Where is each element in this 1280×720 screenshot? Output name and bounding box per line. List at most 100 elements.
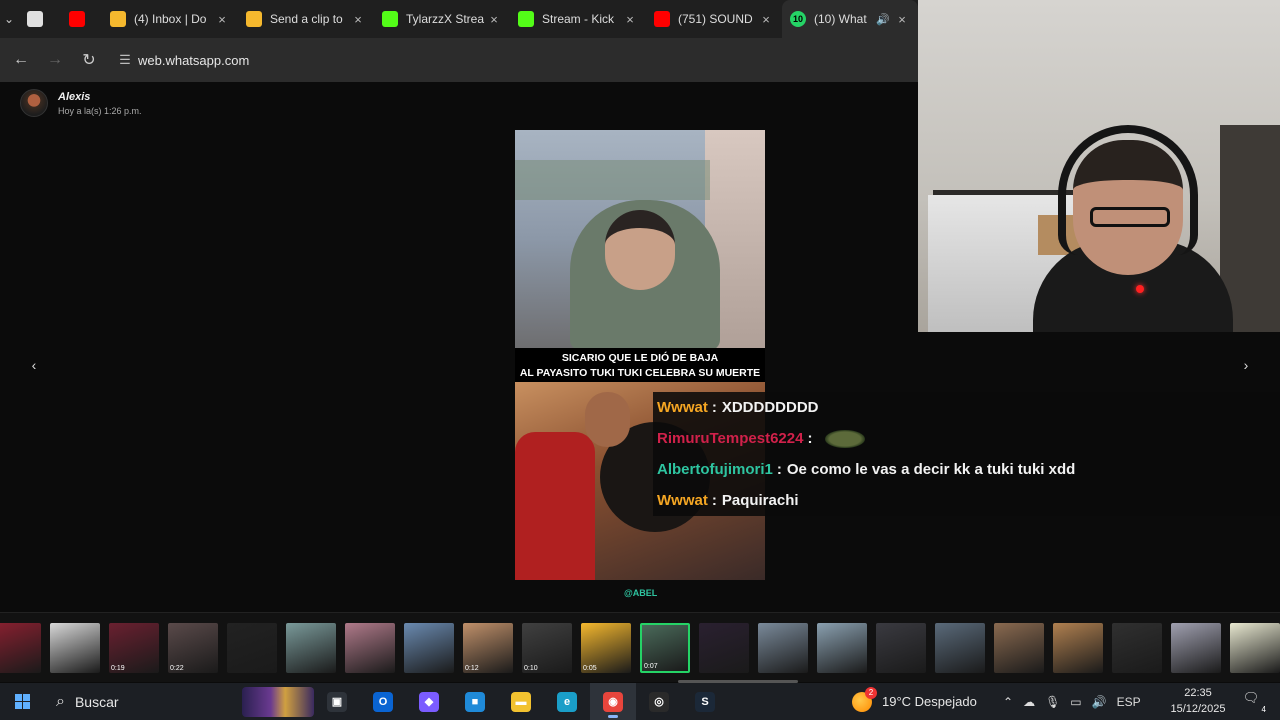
taskbar-app-button[interactable]: ■ [452,683,498,720]
streamer-tool-icon [246,11,262,27]
volume-icon[interactable]: 🔊 [1092,695,1107,709]
media-thumbnail[interactable] [286,623,336,673]
media-thumbnail[interactable] [1053,623,1103,673]
media-thumbnail[interactable] [227,623,277,673]
tab-title: (751) SOUND [678,12,753,26]
media-thumbnail[interactable] [345,623,395,673]
site-settings-icon[interactable]: ☰ [112,52,138,68]
taskbar-app-button[interactable]: ▬ [498,683,544,720]
media-thumbnail[interactable]: 0:19 [109,623,159,673]
thumbnail-duration: 0:22 [170,665,184,672]
network-icon[interactable]: ▭ [1070,695,1081,709]
language-indicator[interactable]: ESP [1117,695,1141,709]
headset-icon [1058,125,1198,255]
taskbar-clock[interactable]: 22:35 15/12/2025 [1166,685,1230,717]
tab-audio-icon[interactable]: 🔊 [876,13,890,26]
chevron-left-icon: ‹ [31,357,37,373]
thumbnail-duration: 0:19 [111,665,125,672]
tab-title: (10) What [814,12,867,26]
cloud-icon[interactable]: ☁ [1023,695,1035,709]
taskbar-app-button[interactable]: ▣ [314,683,360,720]
previous-media-button[interactable]: ‹ [22,357,46,377]
chat-separator: : [807,430,813,447]
media-thumbnail[interactable]: 0:22 [168,623,218,673]
chrome-icon: ◉ [603,691,623,712]
tab-search-button[interactable]: ⌄ [0,0,18,38]
sender-name: Alexis [58,90,91,103]
media-thumbnail-strip: 0:19 0:22 0:12 0:10 0:05 0:07 [0,612,1280,682]
browser-tab[interactable] [18,0,60,38]
media-thumbnail[interactable] [994,623,1044,673]
taskbar-app-button[interactable]: e [544,683,590,720]
media-thumbnail[interactable] [1171,623,1221,673]
taskbar-app-button[interactable]: O [360,683,406,720]
media-thumbnail[interactable]: 0:10 [522,623,572,673]
close-tab-icon[interactable]: × [758,12,774,27]
start-button[interactable] [0,683,44,720]
media-thumbnail[interactable] [699,623,749,673]
avatar[interactable] [20,89,48,117]
video-watermark: @ABEL [624,588,658,598]
browser-tab[interactable]: Send a clip to × [238,0,374,38]
streamer-tool-icon [110,11,126,27]
media-thumbnail[interactable] [1112,623,1162,673]
chat-message: Wwwat: XDDDDDDDD [653,392,1280,423]
chevron-up-icon[interactable]: ⌃ [1003,695,1013,709]
notification-center-button[interactable]: 🗨 4 [1240,690,1266,714]
chat-text: XDDDDDDDD [721,399,819,416]
obs-icon: ◎ [649,691,669,712]
close-tab-icon[interactable]: × [350,12,366,27]
windows-logo-icon [14,694,30,709]
next-media-button[interactable]: › [1234,357,1258,377]
browser-tab[interactable] [60,0,102,38]
taskbar-app-button[interactable]: ◉ [590,683,636,720]
sender-info: Alexis Hoy a la(s) 1:26 p.m. [20,89,142,117]
media-thumbnail[interactable] [817,623,867,673]
browser-tab[interactable]: TylarzzX Strea × [374,0,510,38]
taskbar-search[interactable]: ⌕ Buscar [44,683,314,720]
forward-button[interactable]: → [38,43,72,77]
browser-tab[interactable]: 10 (10) What 🔊 × [782,0,918,38]
media-thumbnail[interactable]: 0:07 [640,623,690,673]
media-thumbnail[interactable] [758,623,808,673]
video-caption-line-2: AL PAYASITO TUKI TUKI CELEBRA SU MUERTE [519,367,761,379]
media-thumbnail[interactable] [1230,623,1280,673]
browser-tab[interactable]: (4) Inbox | Do × [102,0,238,38]
reload-button[interactable]: ↻ [72,43,106,77]
sender-timestamp: Hoy a la(s) 1:26 p.m. [58,105,142,116]
close-tab-icon[interactable]: × [486,12,502,27]
taskbar-app-button[interactable]: S [682,683,728,720]
weather-widget[interactable]: 2 19°C Despejado [852,683,977,720]
search-icon: ⌕ [56,692,65,710]
browser-tab[interactable]: Stream - Kick × [510,0,646,38]
media-thumbnail[interactable]: 0:12 [463,623,513,673]
taskbar-app-button[interactable]: ◆ [406,683,452,720]
arrow-right-icon: → [47,51,63,68]
address-bar[interactable]: ☰ web.whatsapp.com [112,44,249,76]
copilot-icon: ◆ [419,691,439,712]
close-tab-icon[interactable]: × [894,12,910,27]
media-thumbnail[interactable] [404,623,454,673]
media-thumbnail[interactable] [50,623,100,673]
system-tray: ⌃ ☁ 🎙 ▭ 🔊 ESP [998,683,1146,720]
close-tab-icon[interactable]: × [622,12,638,27]
media-thumbnail[interactable]: 0:05 [581,623,631,673]
back-button[interactable]: ← [4,43,38,77]
youtube-icon [654,11,670,27]
thumbnail-duration: 0:12 [465,665,479,672]
taskbar-app-button[interactable]: ◎ [636,683,682,720]
chat-text: Paquirachi [721,492,799,509]
chat-username: Wwwat [657,492,708,509]
tab-title: Stream - Kick [542,12,615,26]
kick-icon [382,11,398,27]
sun-icon: 2 [852,686,877,712]
media-thumbnail[interactable] [876,623,926,673]
chat-separator: : [711,399,717,416]
close-tab-icon[interactable]: × [214,12,230,27]
microphone-icon[interactable]: 🎙 [1045,695,1060,709]
thumbnail-duration: 0:05 [583,665,597,672]
weather-badge: 2 [865,686,877,699]
browser-tab[interactable]: (751) SOUND × [646,0,782,38]
media-thumbnail[interactable] [0,623,41,673]
media-thumbnail[interactable] [935,623,985,673]
